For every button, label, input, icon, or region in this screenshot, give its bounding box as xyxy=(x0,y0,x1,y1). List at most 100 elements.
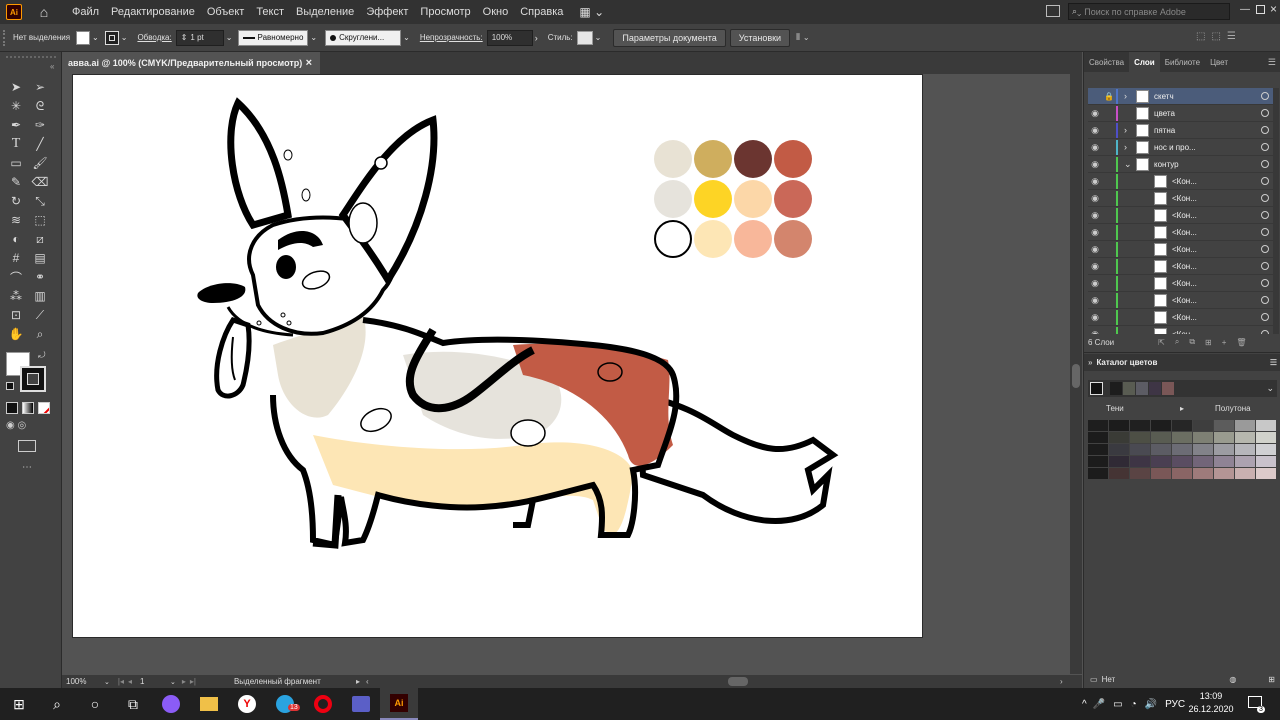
layer-row[interactable]: ◉ <Кон... xyxy=(1088,224,1273,241)
column-graph-icon[interactable]: ▥ xyxy=(30,287,50,305)
artboard[interactable] xyxy=(72,74,923,638)
align-icon[interactable]: ⬚ xyxy=(1211,31,1220,42)
layer-row[interactable]: ◉ › пятна xyxy=(1088,122,1273,139)
export-icon[interactable]: ⇱ xyxy=(1158,338,1165,347)
zoom-field[interactable]: 100% xyxy=(66,677,104,686)
cortana-icon[interactable]: ○ xyxy=(76,688,114,720)
shade-swatch[interactable] xyxy=(1088,420,1108,431)
shape-builder-icon[interactable]: ◐ xyxy=(6,230,26,248)
curvature-tool-icon[interactable]: ✑ xyxy=(30,116,50,134)
tab-color[interactable]: Цвет xyxy=(1205,52,1233,72)
palette-swatch[interactable] xyxy=(654,140,692,178)
windows-start-icon[interactable]: ⊞ xyxy=(0,688,38,720)
shade-swatch[interactable] xyxy=(1193,444,1213,455)
layer-row[interactable]: ◉ цвета xyxy=(1088,105,1273,122)
shade-swatch[interactable] xyxy=(1214,456,1234,467)
palette-swatch[interactable] xyxy=(734,140,772,178)
shade-swatch[interactable] xyxy=(1088,432,1108,443)
close-tab-icon[interactable]: × xyxy=(306,57,312,69)
search-icon[interactable]: ⌕ xyxy=(38,688,76,720)
document-setup-button[interactable]: Параметры документа xyxy=(613,28,726,47)
layer-row[interactable]: 🔒 › скетч xyxy=(1088,88,1273,105)
layer-row[interactable]: ◉ › нос и про... xyxy=(1088,139,1273,156)
clock[interactable]: 13:09 26.12.2020 xyxy=(1186,690,1236,716)
expand-arrow-icon[interactable]: ⌄ xyxy=(1124,159,1136,170)
shade-swatch[interactable] xyxy=(1235,432,1255,443)
collapse-icon[interactable]: » xyxy=(1088,358,1092,367)
blend-tool-icon[interactable]: ⚭ xyxy=(30,268,50,286)
lock-icon[interactable]: 🔒 xyxy=(1102,92,1116,101)
chevron-down-icon[interactable]: ⌄ xyxy=(92,33,99,42)
target-icon[interactable] xyxy=(1261,313,1269,321)
visibility-eye-icon[interactable]: ◉ xyxy=(1088,210,1102,221)
panel-menu-icon[interactable]: ☰ xyxy=(1270,358,1277,367)
visibility-eye-icon[interactable]: ◉ xyxy=(1088,295,1102,306)
expand-arrow-icon[interactable]: › xyxy=(1124,125,1136,135)
palette-swatch[interactable] xyxy=(654,220,692,258)
color-mode-icon[interactable] xyxy=(6,402,18,414)
shade-swatch[interactable] xyxy=(1130,444,1150,455)
target-icon[interactable] xyxy=(1261,143,1269,151)
target-icon[interactable] xyxy=(1261,245,1269,253)
locate-icon[interactable]: ⌕ xyxy=(1175,337,1179,347)
stroke-swatch[interactable] xyxy=(104,30,119,45)
artboard-tool-icon[interactable]: ⊡ xyxy=(6,306,26,324)
line-tool-icon[interactable]: ╱ xyxy=(30,135,50,153)
opacity-field[interactable]: 100% xyxy=(486,29,533,46)
target-icon[interactable] xyxy=(1261,160,1269,168)
palette-swatch[interactable] xyxy=(734,180,772,218)
visibility-eye-icon[interactable]: ◉ xyxy=(1088,176,1102,187)
home-icon[interactable]: ⌂ xyxy=(36,4,52,20)
shade-swatch[interactable] xyxy=(1193,468,1213,479)
new-layer-icon[interactable]: + xyxy=(1222,338,1227,347)
shade-swatch[interactable] xyxy=(1235,468,1255,479)
layer-row[interactable]: ◉ <Кон... xyxy=(1088,258,1273,275)
shade-swatch[interactable] xyxy=(1109,444,1129,455)
lasso-icon[interactable]: ᘓ xyxy=(30,97,50,115)
palette-swatch[interactable] xyxy=(774,220,812,258)
shade-swatch[interactable] xyxy=(1109,468,1129,479)
microphone-icon[interactable]: 🎤 xyxy=(1093,699,1105,710)
shade-swatch[interactable] xyxy=(1214,420,1234,431)
target-icon[interactable] xyxy=(1261,228,1269,236)
visibility-eye-icon[interactable]: ◉ xyxy=(1088,278,1102,289)
rotate-tool-icon[interactable]: ↻ xyxy=(6,192,26,210)
perspective-grid-icon[interactable]: ⧄ xyxy=(30,230,50,248)
shade-swatch[interactable] xyxy=(1172,432,1192,443)
clip-icon[interactable]: ⧉ xyxy=(1189,337,1195,347)
fill-swatch[interactable] xyxy=(76,30,91,45)
shade-swatch[interactable] xyxy=(1088,456,1108,467)
preferences-button[interactable]: Установки xyxy=(729,28,791,47)
none-icon[interactable]: ▭ xyxy=(1090,675,1098,684)
shade-swatch[interactable] xyxy=(1256,444,1276,455)
style-swatch[interactable] xyxy=(576,30,593,45)
search-help-field[interactable]: ⌕⌄ Поиск по справке Adobe xyxy=(1068,3,1230,20)
tab-layers[interactable]: Слои xyxy=(1129,52,1160,72)
volume-icon[interactable]: 🔊 xyxy=(1145,699,1157,710)
expand-arrow-icon[interactable]: › xyxy=(1124,91,1136,101)
guide-color-swatch[interactable] xyxy=(1110,382,1122,395)
paintbrush-icon[interactable]: 🖌 xyxy=(30,154,50,172)
target-icon[interactable] xyxy=(1261,109,1269,117)
panel-menu-icon[interactable]: ⌄ xyxy=(803,33,810,42)
symbol-sprayer-icon[interactable]: ⁂ xyxy=(6,287,26,305)
show-hidden-icon[interactable]: ^ xyxy=(1082,699,1087,710)
shade-swatch[interactable] xyxy=(1256,432,1276,443)
eraser-icon[interactable]: ⌫ xyxy=(30,173,50,191)
menu-file[interactable]: Файл xyxy=(66,6,105,18)
zoom-tool-icon[interactable]: ⌕ xyxy=(30,325,50,343)
pen-tool-icon[interactable]: ✒ xyxy=(6,116,26,134)
next-page-icon[interactable]: ▸ xyxy=(182,677,186,686)
layers-scrollbar[interactable] xyxy=(1273,88,1279,334)
chevron-down-icon[interactable]: ⌄ xyxy=(1266,383,1274,394)
menu-edit[interactable]: Редактирование xyxy=(105,6,201,18)
shade-swatch[interactable] xyxy=(1151,432,1171,443)
opera-icon[interactable] xyxy=(304,688,342,720)
minimize-button[interactable]: — xyxy=(1240,4,1250,15)
selection-tool-icon[interactable]: ➤ xyxy=(6,78,26,96)
first-page-icon[interactable]: |◂ xyxy=(118,677,124,686)
stroke-color-box[interactable] xyxy=(20,366,46,392)
shade-swatch[interactable] xyxy=(1214,468,1234,479)
chevron-down-icon[interactable]: ⌄ xyxy=(104,678,110,686)
chevron-right-icon[interactable]: › xyxy=(535,33,538,43)
